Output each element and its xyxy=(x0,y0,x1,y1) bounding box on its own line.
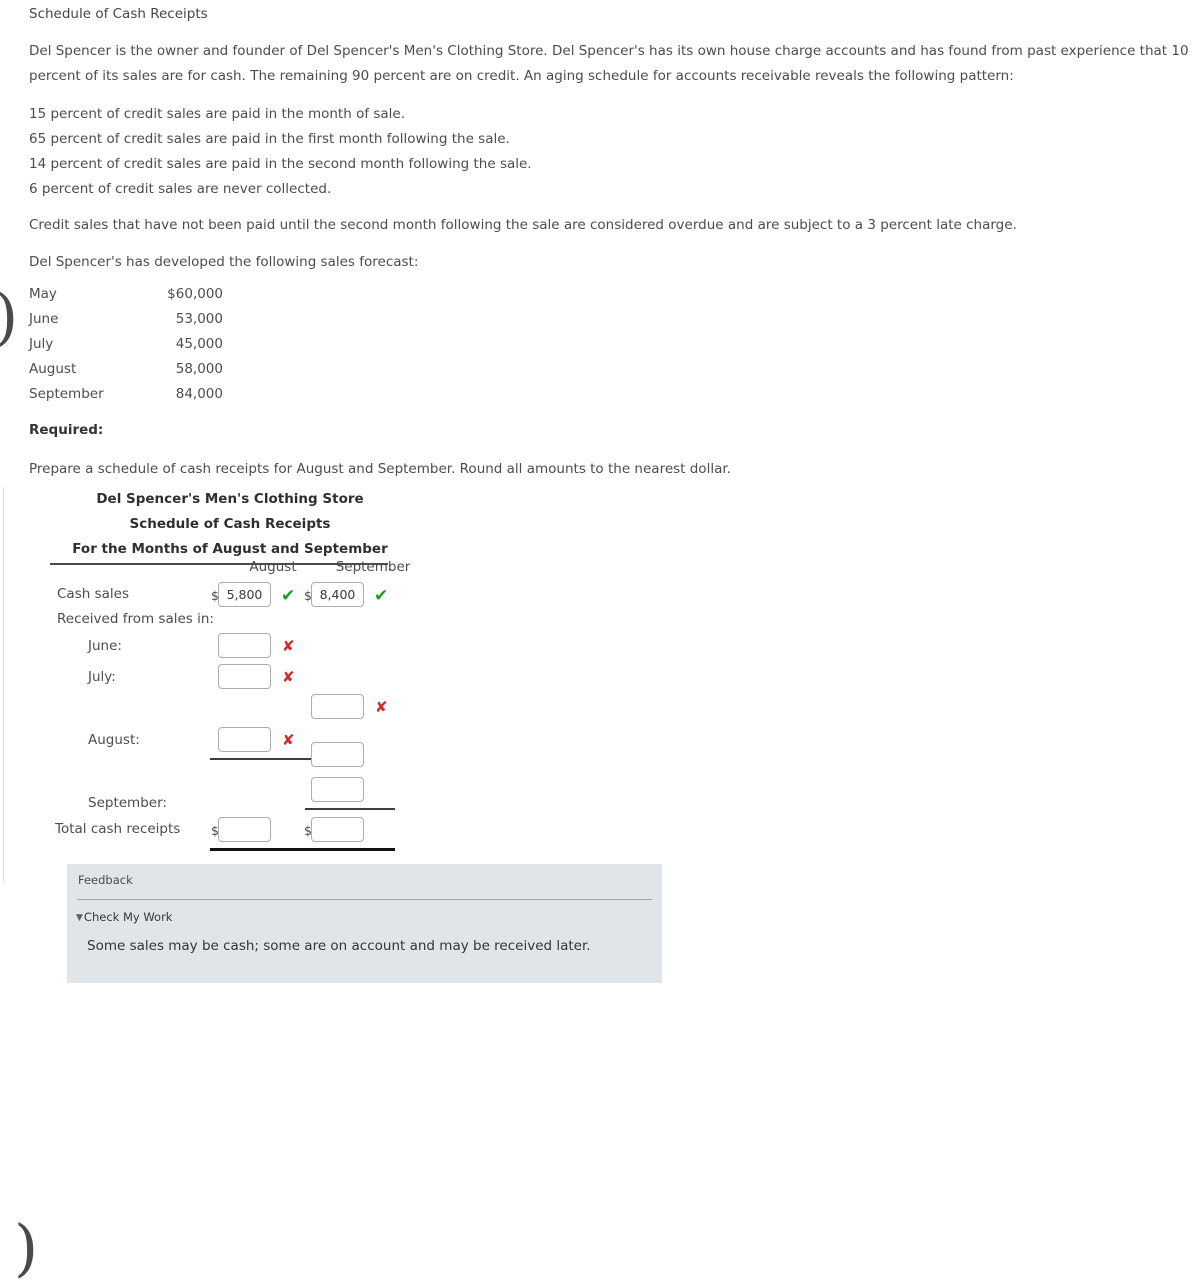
status-incorrect-icon: ✘ xyxy=(375,698,388,716)
row-label-august: August: xyxy=(88,732,140,748)
forecast-month: August xyxy=(29,360,77,377)
input-september-september[interactable] xyxy=(311,777,364,802)
input-june-august[interactable] xyxy=(218,633,271,658)
status-incorrect-icon: ✘ xyxy=(282,637,295,655)
decorative-bracket-icon: ) xyxy=(14,1211,39,1284)
row-label-cash-sales: Cash sales xyxy=(57,586,129,602)
form-left-divider xyxy=(3,487,4,883)
forecast-month: May xyxy=(29,285,57,302)
column-header-august: August xyxy=(249,559,297,575)
forecast-amount: 58,000 xyxy=(175,360,223,377)
check-my-work-toggle[interactable]: ▼Check My Work xyxy=(76,910,172,924)
forecast-amount: 53,000 xyxy=(175,310,223,327)
overdue-note-paragraph: Credit sales that have not been paid unt… xyxy=(29,217,1017,233)
status-correct-icon: ✔ xyxy=(281,586,296,606)
forecast-amount: $60,000 xyxy=(167,285,223,302)
row-label-july: July: xyxy=(88,669,116,685)
total-rule-september xyxy=(305,848,395,851)
aging-schedule-list: 15 percent of credit sales are paid in t… xyxy=(29,102,532,202)
input-total-september[interactable] xyxy=(311,817,364,842)
status-incorrect-icon: ✘ xyxy=(282,668,295,686)
column-header-september: September xyxy=(335,559,411,575)
cash-receipts-schedule: Del Spencer's Men's Clothing Store Sched… xyxy=(29,487,449,851)
list-item: 15 percent of credit sales are paid in t… xyxy=(29,106,406,122)
forecast-intro-paragraph: Del Spencer's has developed the followin… xyxy=(29,254,419,270)
subtotal-rule-august xyxy=(210,758,320,760)
forecast-amount: 84,000 xyxy=(175,385,223,402)
table-row: May $60,000 xyxy=(29,281,223,306)
required-heading: Required: xyxy=(29,422,104,438)
input-july-august[interactable] xyxy=(218,664,271,689)
required-instruction: Prepare a schedule of cash receipts for … xyxy=(29,461,731,477)
table-row: June 53,000 xyxy=(29,306,223,331)
row-label-total-cash-receipts: Total cash receipts xyxy=(55,821,181,837)
feedback-panel: Feedback ▼Check My Work Some sales may b… xyxy=(67,864,662,983)
row-label-received-from-sales: Received from sales in: xyxy=(57,611,214,627)
feedback-label: Feedback xyxy=(78,873,133,887)
forecast-amount: 45,000 xyxy=(175,335,223,352)
problem-intro-paragraph: Del Spencer is the owner and founder of … xyxy=(29,43,1193,84)
input-august-august[interactable] xyxy=(218,727,271,752)
input-cash-sales-september[interactable] xyxy=(311,582,364,607)
forecast-month: June xyxy=(29,310,59,327)
list-item: 6 percent of credit sales are never coll… xyxy=(29,181,332,197)
check-my-work-label: Check My Work xyxy=(83,910,173,924)
row-label-september: September: xyxy=(88,795,167,811)
feedback-body-text: Some sales may be cash; some are on acco… xyxy=(87,938,591,954)
column-headers: August September xyxy=(29,559,449,579)
list-item: 14 percent of credit sales are paid in t… xyxy=(29,156,532,172)
table-row: September 84,000 xyxy=(29,381,223,406)
list-item: 65 percent of credit sales are paid in t… xyxy=(29,131,510,147)
forecast-month: September xyxy=(29,385,104,402)
sales-forecast-table: May $60,000 June 53,000 July 45,000 Augu… xyxy=(29,281,223,406)
row-label-june: June: xyxy=(88,638,122,654)
chevron-down-icon: ▼ xyxy=(76,913,83,923)
forecast-month: July xyxy=(29,335,54,352)
sheet-title-line-1: Del Spencer's Men's Clothing Store xyxy=(96,491,364,507)
answer-form: ) Del Spencer's Men's Clothing Store Sch… xyxy=(0,487,1200,1279)
page-title: Schedule of Cash Receipts xyxy=(29,6,208,22)
subtotal-rule-september xyxy=(305,808,395,810)
sheet-title-line-2: Schedule of Cash Receipts xyxy=(129,516,331,532)
input-cash-sales-august[interactable] xyxy=(218,582,271,607)
status-correct-icon: ✔ xyxy=(374,586,389,606)
input-july-september[interactable] xyxy=(311,694,364,719)
input-august-september[interactable] xyxy=(311,742,364,767)
table-row: July 45,000 xyxy=(29,331,223,356)
status-incorrect-icon: ✘ xyxy=(282,731,295,749)
feedback-divider xyxy=(77,899,652,900)
table-row: August 58,000 xyxy=(29,356,223,381)
total-rule-august xyxy=(210,848,320,851)
decorative-bracket-icon: ) xyxy=(0,286,18,348)
input-total-august[interactable] xyxy=(218,817,271,842)
